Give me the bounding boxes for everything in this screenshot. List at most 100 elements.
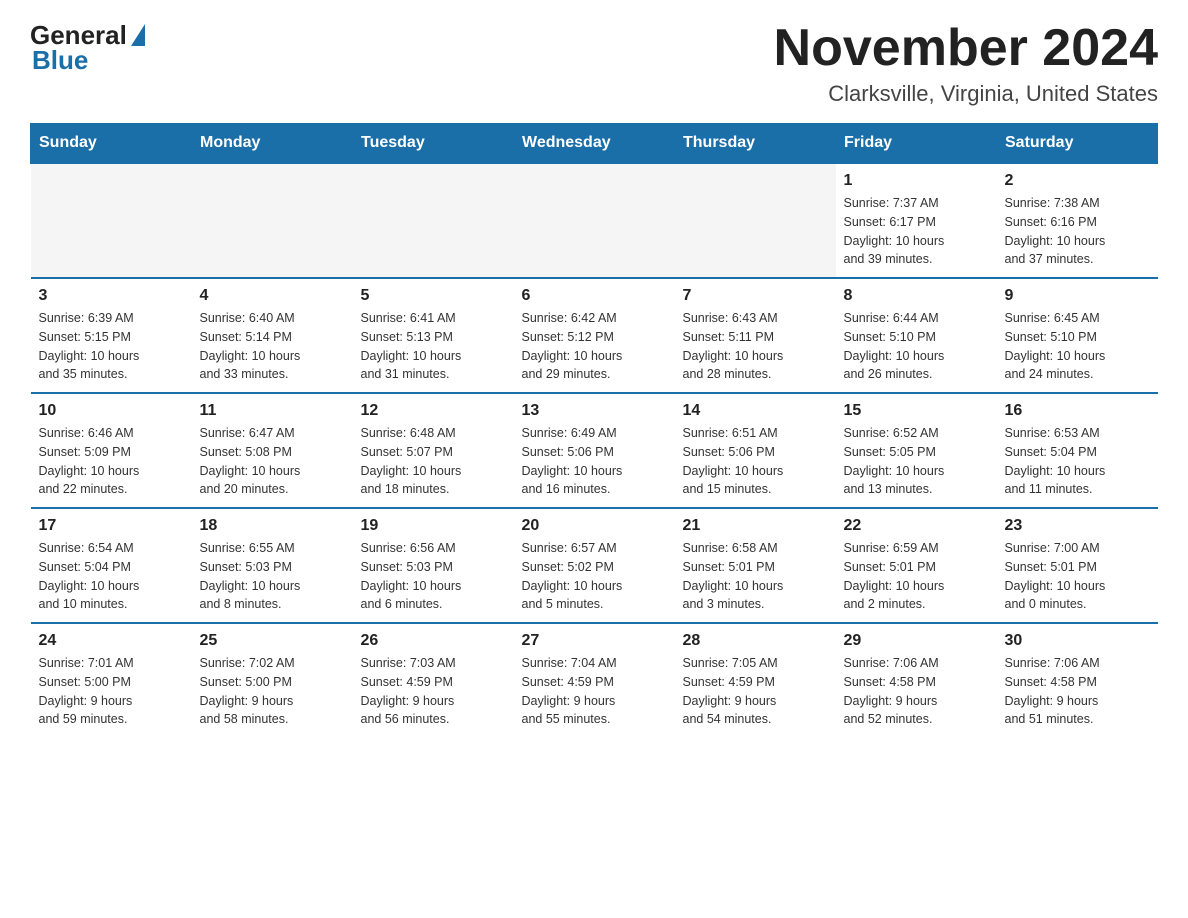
day-info: Sunrise: 6:47 AM Sunset: 5:08 PM Dayligh… [200, 424, 345, 499]
day-info: Sunrise: 7:37 AM Sunset: 6:17 PM Dayligh… [844, 194, 989, 269]
day-number: 27 [522, 632, 667, 650]
day-number: 6 [522, 287, 667, 305]
day-of-week-header: Saturday [997, 124, 1158, 164]
day-of-week-header: Wednesday [514, 124, 675, 164]
day-number: 3 [39, 287, 184, 305]
day-number: 29 [844, 632, 989, 650]
day-info: Sunrise: 6:39 AM Sunset: 5:15 PM Dayligh… [39, 309, 184, 384]
day-info: Sunrise: 6:49 AM Sunset: 5:06 PM Dayligh… [522, 424, 667, 499]
day-info: Sunrise: 6:56 AM Sunset: 5:03 PM Dayligh… [361, 539, 506, 614]
calendar-week-row: 17 Sunrise: 6:54 AM Sunset: 5:04 PM Dayli… [31, 508, 1158, 623]
day-info: Sunrise: 7:01 AM Sunset: 5:00 PM Dayligh… [39, 654, 184, 729]
calendar-cell: 30 Sunrise: 7:06 AM Sunset: 4:58 PM Dayli… [997, 623, 1158, 737]
day-info: Sunrise: 6:54 AM Sunset: 5:04 PM Dayligh… [39, 539, 184, 614]
calendar-cell: 27 Sunrise: 7:04 AM Sunset: 4:59 PM Dayli… [514, 623, 675, 737]
day-info: Sunrise: 6:44 AM Sunset: 5:10 PM Dayligh… [844, 309, 989, 384]
logo-triangle-icon [131, 24, 145, 46]
calendar-table: SundayMondayTuesdayWednesdayThursdayFrid… [30, 123, 1158, 737]
calendar-cell [31, 163, 192, 278]
day-info: Sunrise: 7:06 AM Sunset: 4:58 PM Dayligh… [844, 654, 989, 729]
calendar-week-row: 3 Sunrise: 6:39 AM Sunset: 5:15 PM Daylig… [31, 278, 1158, 393]
day-of-week-header: Monday [192, 124, 353, 164]
day-info: Sunrise: 6:55 AM Sunset: 5:03 PM Dayligh… [200, 539, 345, 614]
day-info: Sunrise: 6:46 AM Sunset: 5:09 PM Dayligh… [39, 424, 184, 499]
day-of-week-header: Tuesday [353, 124, 514, 164]
calendar-cell: 28 Sunrise: 7:05 AM Sunset: 4:59 PM Dayli… [675, 623, 836, 737]
day-number: 22 [844, 517, 989, 535]
day-info: Sunrise: 6:42 AM Sunset: 5:12 PM Dayligh… [522, 309, 667, 384]
day-number: 7 [683, 287, 828, 305]
calendar-title: November 2024 [774, 20, 1158, 77]
day-number: 14 [683, 402, 828, 420]
calendar-cell: 22 Sunrise: 6:59 AM Sunset: 5:01 PM Dayli… [836, 508, 997, 623]
day-info: Sunrise: 6:57 AM Sunset: 5:02 PM Dayligh… [522, 539, 667, 614]
page-header: General Blue November 2024 Clarksville, … [30, 20, 1158, 107]
day-number: 19 [361, 517, 506, 535]
day-number: 15 [844, 402, 989, 420]
day-info: Sunrise: 7:05 AM Sunset: 4:59 PM Dayligh… [683, 654, 828, 729]
day-number: 8 [844, 287, 989, 305]
day-number: 24 [39, 632, 184, 650]
day-info: Sunrise: 6:53 AM Sunset: 5:04 PM Dayligh… [1005, 424, 1150, 499]
calendar-cell: 20Sunrise: 6:57 AM Sunset: 5:02 PM Dayli… [514, 508, 675, 623]
day-info: Sunrise: 7:06 AM Sunset: 4:58 PM Dayligh… [1005, 654, 1150, 729]
calendar-cell: 15 Sunrise: 6:52 AM Sunset: 5:05 PM Dayli… [836, 393, 997, 508]
day-number: 25 [200, 632, 345, 650]
day-info: Sunrise: 6:48 AM Sunset: 5:07 PM Dayligh… [361, 424, 506, 499]
calendar-cell: 14Sunrise: 6:51 AM Sunset: 5:06 PM Dayli… [675, 393, 836, 508]
calendar-cell: 21 Sunrise: 6:58 AM Sunset: 5:01 PM Dayli… [675, 508, 836, 623]
calendar-cell: 3 Sunrise: 6:39 AM Sunset: 5:15 PM Daylig… [31, 278, 192, 393]
day-info: Sunrise: 6:43 AM Sunset: 5:11 PM Dayligh… [683, 309, 828, 384]
day-info: Sunrise: 7:04 AM Sunset: 4:59 PM Dayligh… [522, 654, 667, 729]
day-number: 21 [683, 517, 828, 535]
calendar-cell: 18Sunrise: 6:55 AM Sunset: 5:03 PM Dayli… [192, 508, 353, 623]
day-number: 9 [1005, 287, 1150, 305]
day-info: Sunrise: 6:59 AM Sunset: 5:01 PM Dayligh… [844, 539, 989, 614]
calendar-cell: 9 Sunrise: 6:45 AM Sunset: 5:10 PM Daylig… [997, 278, 1158, 393]
day-number: 28 [683, 632, 828, 650]
calendar-cell: 5Sunrise: 6:41 AM Sunset: 5:13 PM Daylig… [353, 278, 514, 393]
day-info: Sunrise: 6:45 AM Sunset: 5:10 PM Dayligh… [1005, 309, 1150, 384]
calendar-week-row: 24 Sunrise: 7:01 AM Sunset: 5:00 PM Dayli… [31, 623, 1158, 737]
calendar-cell: 13 Sunrise: 6:49 AM Sunset: 5:06 PM Dayli… [514, 393, 675, 508]
calendar-cell: 16 Sunrise: 6:53 AM Sunset: 5:04 PM Dayli… [997, 393, 1158, 508]
day-number: 1 [844, 172, 989, 190]
day-number: 26 [361, 632, 506, 650]
calendar-cell: 19 Sunrise: 6:56 AM Sunset: 5:03 PM Dayli… [353, 508, 514, 623]
calendar-cell: 8 Sunrise: 6:44 AM Sunset: 5:10 PM Daylig… [836, 278, 997, 393]
day-info: Sunrise: 6:58 AM Sunset: 5:01 PM Dayligh… [683, 539, 828, 614]
calendar-body: 1 Sunrise: 7:37 AM Sunset: 6:17 PM Daylig… [31, 163, 1158, 737]
day-info: Sunrise: 6:41 AM Sunset: 5:13 PM Dayligh… [361, 309, 506, 384]
day-of-week-header: Sunday [31, 124, 192, 164]
day-info: Sunrise: 6:40 AM Sunset: 5:14 PM Dayligh… [200, 309, 345, 384]
day-number: 13 [522, 402, 667, 420]
calendar-title-section: November 2024 Clarksville, Virginia, Uni… [774, 20, 1158, 107]
calendar-cell: 4Sunrise: 6:40 AM Sunset: 5:14 PM Daylig… [192, 278, 353, 393]
day-number: 10 [39, 402, 184, 420]
day-number: 2 [1005, 172, 1150, 190]
calendar-cell: 29 Sunrise: 7:06 AM Sunset: 4:58 PM Dayli… [836, 623, 997, 737]
calendar-cell: 24 Sunrise: 7:01 AM Sunset: 5:00 PM Dayli… [31, 623, 192, 737]
calendar-cell: 2 Sunrise: 7:38 AM Sunset: 6:16 PM Daylig… [997, 163, 1158, 278]
calendar-cell: 6 Sunrise: 6:42 AM Sunset: 5:12 PM Daylig… [514, 278, 675, 393]
day-number: 11 [200, 402, 345, 420]
day-info: Sunrise: 6:52 AM Sunset: 5:05 PM Dayligh… [844, 424, 989, 499]
day-number: 30 [1005, 632, 1150, 650]
days-of-week-row: SundayMondayTuesdayWednesdayThursdayFrid… [31, 124, 1158, 164]
calendar-week-row: 1 Sunrise: 7:37 AM Sunset: 6:17 PM Daylig… [31, 163, 1158, 278]
day-number: 17 [39, 517, 184, 535]
calendar-cell: 7 Sunrise: 6:43 AM Sunset: 5:11 PM Daylig… [675, 278, 836, 393]
day-info: Sunrise: 7:00 AM Sunset: 5:01 PM Dayligh… [1005, 539, 1150, 614]
calendar-subtitle: Clarksville, Virginia, United States [774, 81, 1158, 107]
calendar-cell [353, 163, 514, 278]
calendar-week-row: 10 Sunrise: 6:46 AM Sunset: 5:09 PM Dayli… [31, 393, 1158, 508]
day-info: Sunrise: 7:38 AM Sunset: 6:16 PM Dayligh… [1005, 194, 1150, 269]
calendar-cell [514, 163, 675, 278]
day-number: 12 [361, 402, 506, 420]
calendar-cell [675, 163, 836, 278]
calendar-cell: 17 Sunrise: 6:54 AM Sunset: 5:04 PM Dayli… [31, 508, 192, 623]
day-number: 23 [1005, 517, 1150, 535]
calendar-cell: 25Sunrise: 7:02 AM Sunset: 5:00 PM Dayli… [192, 623, 353, 737]
day-number: 16 [1005, 402, 1150, 420]
calendar-cell: 10 Sunrise: 6:46 AM Sunset: 5:09 PM Dayli… [31, 393, 192, 508]
